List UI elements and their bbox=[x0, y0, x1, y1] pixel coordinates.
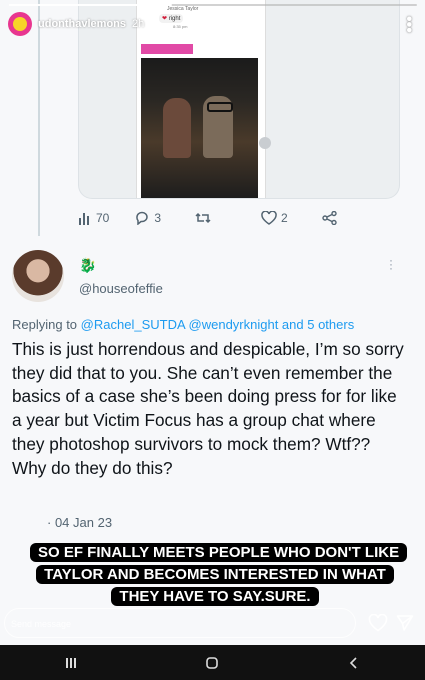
send-direct-icon[interactable] bbox=[396, 614, 414, 632]
recent-apps-button[interactable] bbox=[51, 653, 91, 673]
home-button[interactable] bbox=[192, 653, 232, 673]
meme-photo bbox=[141, 58, 258, 198]
replying-prefix: Replying to bbox=[12, 317, 78, 332]
reply-author-name[interactable]: 🐉 bbox=[79, 257, 96, 274]
story-progress-bar bbox=[8, 4, 417, 6]
like-action[interactable]: 2 bbox=[261, 211, 288, 225]
reply-tweet-date: · 04 Jan 23 bbox=[47, 515, 113, 530]
reply-tweet-text: This is just horrendous and despicable, … bbox=[12, 339, 404, 478]
like-story-heart-icon[interactable] bbox=[368, 614, 388, 632]
bar-chart-icon bbox=[79, 213, 89, 225]
comment-icon bbox=[136, 211, 149, 225]
share-action[interactable] bbox=[322, 211, 341, 225]
send-message-input[interactable]: Send message bbox=[4, 608, 356, 638]
views-action[interactable]: 70 bbox=[78, 211, 109, 225]
back-button[interactable] bbox=[334, 653, 374, 673]
heart-icon bbox=[261, 211, 277, 225]
story-progress-fill bbox=[8, 4, 172, 6]
photo-figure-left bbox=[163, 98, 191, 158]
retweet-action[interactable] bbox=[195, 211, 215, 225]
replying-to-line: Replying to @Rachel_SUTDA @wendyrknight … bbox=[12, 317, 354, 332]
reply-author-avatar[interactable] bbox=[12, 250, 64, 302]
reply-count: 3 bbox=[154, 211, 162, 225]
story-options-icon[interactable]: ••• bbox=[399, 16, 417, 33]
retweet-icon bbox=[195, 212, 211, 224]
more-options-icon[interactable]: · · · bbox=[389, 254, 393, 274]
like-count: 2 bbox=[281, 211, 288, 225]
share-icon bbox=[322, 211, 337, 225]
share-bubble-icon bbox=[259, 137, 271, 149]
photo-glasses bbox=[207, 102, 233, 112]
story-caption-text: SO EF FINALLY MEETS PEOPLE WHO DON'T LIK… bbox=[30, 543, 408, 606]
replying-mentions[interactable]: @Rachel_SUTDA @wendyrknight and 5 others bbox=[81, 317, 355, 332]
story-caption: SO EF FINALLY MEETS PEOPLE WHO DON'T LIK… bbox=[30, 542, 408, 608]
story-avatar[interactable] bbox=[8, 12, 32, 36]
views-count: 70 bbox=[96, 211, 110, 225]
story-username[interactable]: udonthavlemons bbox=[38, 18, 126, 30]
android-nav-bar bbox=[0, 645, 425, 680]
pink-bar bbox=[141, 44, 193, 54]
lemon-avatar-icon bbox=[13, 17, 27, 31]
home-icon bbox=[206, 656, 219, 669]
tweet-action-bar: 70 3 2 bbox=[78, 208, 368, 228]
back-icon bbox=[350, 656, 357, 669]
story-time: 2h bbox=[132, 18, 145, 30]
reply-action[interactable]: 3 bbox=[135, 211, 161, 225]
recent-apps-icon bbox=[65, 657, 76, 668]
reply-author-handle[interactable]: @houseofeffie bbox=[79, 281, 163, 296]
reply-date-text: 04 Jan 23 bbox=[54, 515, 113, 530]
story-header: udonthavlemons 2h ••• bbox=[8, 10, 417, 38]
